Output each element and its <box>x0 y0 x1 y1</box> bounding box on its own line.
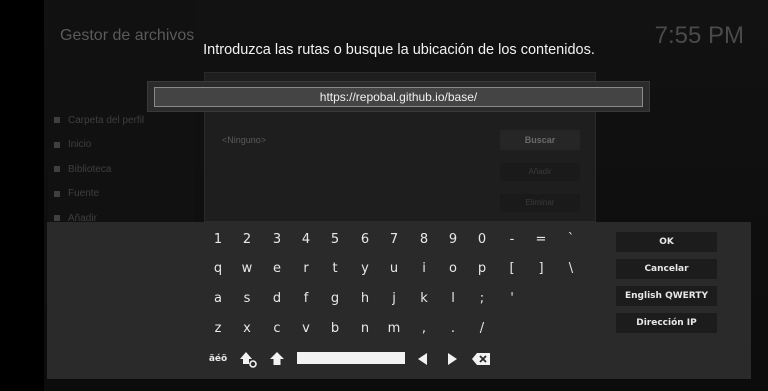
key[interactable]: 9 <box>439 227 467 253</box>
backspace-icon[interactable] <box>469 348 493 370</box>
key[interactable]: c <box>263 316 291 342</box>
key[interactable]: s <box>233 286 261 312</box>
key[interactable]: ] <box>527 256 555 282</box>
key[interactable]: = <box>527 227 555 253</box>
key[interactable]: y <box>351 256 379 282</box>
keyboard-layout-button[interactable]: English QWERTY <box>616 286 717 306</box>
key[interactable]: e <box>263 256 291 282</box>
key[interactable]: i <box>410 256 438 282</box>
key[interactable]: x <box>233 316 261 342</box>
url-input[interactable]: https://repobal.github.io/base/ <box>154 87 643 107</box>
key[interactable]: [ <box>498 256 526 282</box>
key[interactable]: w <box>233 256 261 282</box>
key[interactable]: , <box>410 316 438 342</box>
key[interactable]: b <box>321 316 349 342</box>
shift-lock-icon[interactable] <box>236 348 260 370</box>
symbols-key[interactable]: äéö <box>204 346 232 372</box>
key[interactable]: 5 <box>321 227 349 253</box>
key[interactable]: k <box>410 286 438 312</box>
key[interactable]: n <box>351 316 379 342</box>
key[interactable]: . <box>439 316 467 342</box>
background-add-button: Añadir <box>500 163 580 181</box>
space-key[interactable] <box>297 352 405 364</box>
background-sidebar-item: Biblioteca <box>54 157 144 182</box>
folder-icon <box>54 215 60 222</box>
cursor-left-icon[interactable] <box>412 348 432 370</box>
key[interactable]: p <box>468 256 496 282</box>
background-source-row: <Ninguno> <box>222 135 267 145</box>
key[interactable]: ' <box>498 286 526 312</box>
key[interactable]: v <box>292 316 320 342</box>
key[interactable]: 4 <box>292 227 320 253</box>
key[interactable]: 0 <box>468 227 496 253</box>
background-browse-button: Buscar <box>500 130 580 150</box>
key[interactable]: 2 <box>233 227 261 253</box>
folder-icon <box>54 166 60 173</box>
key[interactable]: t <box>321 256 349 282</box>
key[interactable]: 7 <box>380 227 408 253</box>
key[interactable]: d <box>263 286 291 312</box>
key[interactable]: / <box>468 316 496 342</box>
key[interactable]: f <box>292 286 320 312</box>
key[interactable]: j <box>380 286 408 312</box>
key[interactable]: 6 <box>351 227 379 253</box>
key[interactable]: r <box>292 256 320 282</box>
key[interactable]: q <box>204 256 232 282</box>
ip-address-button[interactable]: Dirección IP <box>616 313 717 333</box>
folder-icon <box>54 141 60 148</box>
dialog-heading: Introduzca las rutas o busque la ubicaci… <box>203 42 595 58</box>
background-sidebar-item: Inicio <box>54 133 144 158</box>
cursor-right-icon[interactable] <box>443 348 463 370</box>
key[interactable]: o <box>439 256 467 282</box>
key[interactable]: a <box>204 286 232 312</box>
ok-button[interactable]: OK <box>616 232 717 252</box>
folder-icon <box>54 190 60 197</box>
key[interactable]: g <box>321 286 349 312</box>
key[interactable]: h <box>351 286 379 312</box>
key[interactable]: - <box>498 227 526 253</box>
key[interactable]: z <box>204 316 232 342</box>
background-sidebar-item: Carpeta del perfil <box>54 108 144 133</box>
background-sidebar-item: Fuente <box>54 182 144 207</box>
shift-icon[interactable] <box>265 348 289 370</box>
key[interactable]: l <box>439 286 467 312</box>
key[interactable]: 1 <box>204 227 232 253</box>
background-remove-button: Eliminar <box>500 194 580 212</box>
cancel-button[interactable]: Cancelar <box>616 259 717 279</box>
key[interactable]: 8 <box>410 227 438 253</box>
key[interactable]: \ <box>557 256 585 282</box>
key[interactable]: ; <box>468 286 496 312</box>
key[interactable]: u <box>380 256 408 282</box>
background-sidebar: Carpeta del perfil Inicio Biblioteca Fue… <box>54 108 144 231</box>
key[interactable]: ` <box>557 227 585 253</box>
key[interactable]: m <box>380 316 408 342</box>
folder-icon <box>54 117 60 124</box>
key[interactable]: 3 <box>263 227 291 253</box>
